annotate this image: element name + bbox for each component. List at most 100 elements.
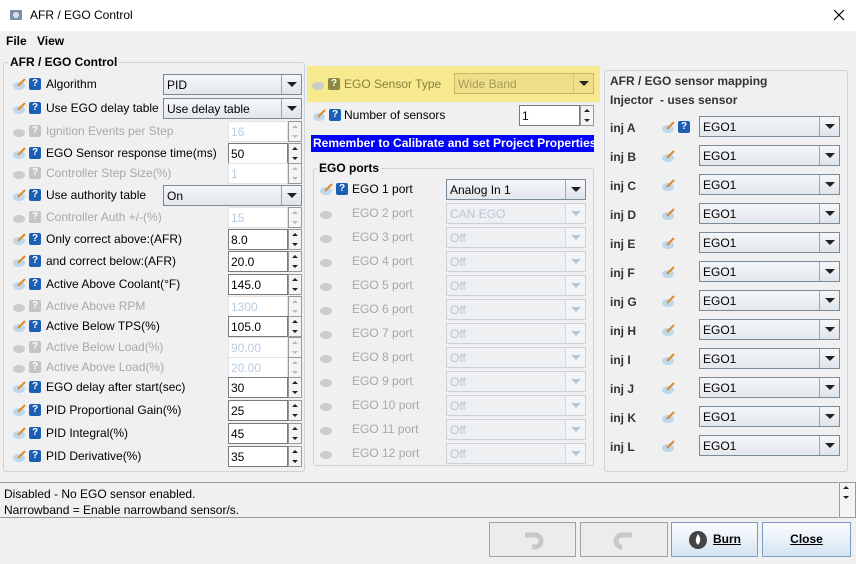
help-icon[interactable]: ? [29, 278, 41, 290]
spinner-arrows[interactable] [580, 105, 594, 126]
close-icon[interactable] [832, 8, 846, 22]
edit-icon[interactable] [662, 440, 676, 455]
edit-icon[interactable] [320, 399, 334, 414]
edit-icon[interactable] [13, 320, 27, 335]
field-input[interactable]: 30 [228, 377, 288, 398]
sensor-dropdown[interactable]: EGO1 [699, 145, 840, 166]
spinner-arrows[interactable] [288, 121, 302, 142]
chevron-down-icon[interactable] [565, 252, 585, 271]
edit-icon[interactable] [662, 295, 676, 310]
help-icon[interactable]: ? [29, 255, 41, 267]
edit-icon[interactable] [13, 381, 27, 396]
sensor-dropdown[interactable]: EGO1 [699, 232, 840, 253]
edit-icon[interactable] [662, 266, 676, 281]
port-dropdown[interactable]: Off [446, 275, 586, 296]
edit-icon[interactable] [320, 447, 334, 462]
help-icon[interactable]: ? [29, 189, 41, 201]
help-icon[interactable]: ? [29, 381, 41, 393]
chevron-down-icon[interactable] [819, 117, 839, 136]
chevron-down-icon[interactable] [565, 324, 585, 343]
edit-icon[interactable] [13, 341, 27, 356]
chevron-down-icon[interactable] [565, 180, 585, 199]
num-sensors-input[interactable]: 1 [519, 105, 580, 126]
edit-icon[interactable] [320, 327, 334, 342]
help-icon[interactable]: ? [29, 341, 41, 353]
chevron-down-icon[interactable] [565, 420, 585, 439]
field-input[interactable]: 35 [228, 446, 288, 467]
port-dropdown[interactable]: Off [446, 251, 586, 272]
chevron-down-icon[interactable] [281, 186, 301, 205]
edit-icon[interactable] [320, 303, 334, 318]
edit-icon[interactable] [320, 279, 334, 294]
field-input[interactable]: 15 [228, 207, 288, 228]
chevron-down-icon[interactable] [819, 320, 839, 339]
port-dropdown[interactable]: Analog In 1 [446, 179, 586, 200]
burn-button[interactable]: Burn [671, 522, 758, 557]
port-dropdown[interactable]: Off [446, 299, 586, 320]
edit-icon[interactable] [320, 207, 334, 222]
chevron-down-icon[interactable] [819, 407, 839, 426]
field-input[interactable]: 1300 [228, 296, 288, 317]
port-dropdown[interactable]: CAN EGO [446, 203, 586, 224]
help-icon[interactable]: ? [29, 450, 41, 462]
help-icon[interactable]: ? [29, 102, 41, 114]
spinner-arrows[interactable] [288, 316, 302, 337]
help-icon[interactable]: ? [29, 167, 41, 179]
field-input[interactable]: 8.0 [228, 229, 288, 250]
edit-icon[interactable] [13, 427, 27, 442]
field-input[interactable]: 145.0 [228, 274, 288, 295]
sensor-type-dropdown[interactable]: Wide Band [454, 73, 594, 94]
edit-icon[interactable] [320, 231, 334, 246]
spinner-arrows[interactable] [288, 400, 302, 421]
port-dropdown[interactable]: Off [446, 443, 586, 464]
chevron-down-icon[interactable] [819, 204, 839, 223]
field-input[interactable]: 45 [228, 423, 288, 444]
field-input[interactable]: 1 [228, 163, 288, 184]
menu-file[interactable]: File [6, 34, 27, 48]
help-text-area[interactable]: Disabled - No EGO sensor enabled. Narrow… [0, 482, 838, 518]
edit-icon[interactable] [662, 237, 676, 252]
field-input[interactable]: 50 [228, 143, 288, 164]
edit-icon[interactable] [13, 125, 27, 140]
port-dropdown[interactable]: Off [446, 371, 586, 392]
chevron-down-icon[interactable] [819, 378, 839, 397]
chevron-down-icon[interactable] [819, 291, 839, 310]
sensor-dropdown[interactable]: EGO1 [699, 319, 840, 340]
chevron-down-icon[interactable] [819, 146, 839, 165]
help-icon[interactable]: ? [328, 78, 340, 90]
edit-icon[interactable] [320, 351, 334, 366]
spinner-arrows[interactable] [288, 251, 302, 272]
help-icon[interactable]: ? [29, 404, 41, 416]
field-input[interactable]: 90.00 [228, 337, 288, 358]
spinner-arrows[interactable] [288, 337, 302, 358]
sensor-dropdown[interactable]: EGO1 [699, 203, 840, 224]
help-scrollbar[interactable] [839, 482, 856, 518]
field-dropdown[interactable]: On [163, 185, 302, 206]
chevron-down-icon[interactable] [565, 396, 585, 415]
help-icon[interactable]: ? [29, 125, 41, 137]
chevron-down-icon[interactable] [281, 99, 301, 118]
edit-icon[interactable] [662, 208, 676, 223]
sensor-dropdown[interactable]: EGO1 [699, 406, 840, 427]
edit-icon[interactable] [13, 167, 27, 182]
edit-icon[interactable] [320, 255, 334, 270]
chevron-down-icon[interactable] [565, 372, 585, 391]
chevron-down-icon[interactable] [819, 233, 839, 252]
edit-icon[interactable] [662, 411, 676, 426]
field-input[interactable]: 105.0 [228, 316, 288, 337]
help-icon[interactable]: ? [29, 427, 41, 439]
spinner-arrows[interactable] [288, 423, 302, 444]
port-dropdown[interactable]: Off [446, 323, 586, 344]
help-icon[interactable]: ? [29, 233, 41, 245]
help-icon[interactable]: ? [678, 121, 690, 133]
close-button[interactable]: Close [762, 522, 851, 557]
sensor-dropdown[interactable]: EGO1 [699, 348, 840, 369]
chevron-down-icon[interactable] [573, 74, 593, 93]
edit-icon[interactable] [13, 361, 27, 376]
sensor-dropdown[interactable]: EGO1 [699, 435, 840, 456]
edit-icon[interactable] [662, 150, 676, 165]
sensor-dropdown[interactable]: EGO1 [699, 261, 840, 282]
help-icon[interactable]: ? [29, 211, 41, 223]
help-icon[interactable]: ? [29, 147, 41, 159]
edit-icon[interactable] [13, 233, 27, 248]
